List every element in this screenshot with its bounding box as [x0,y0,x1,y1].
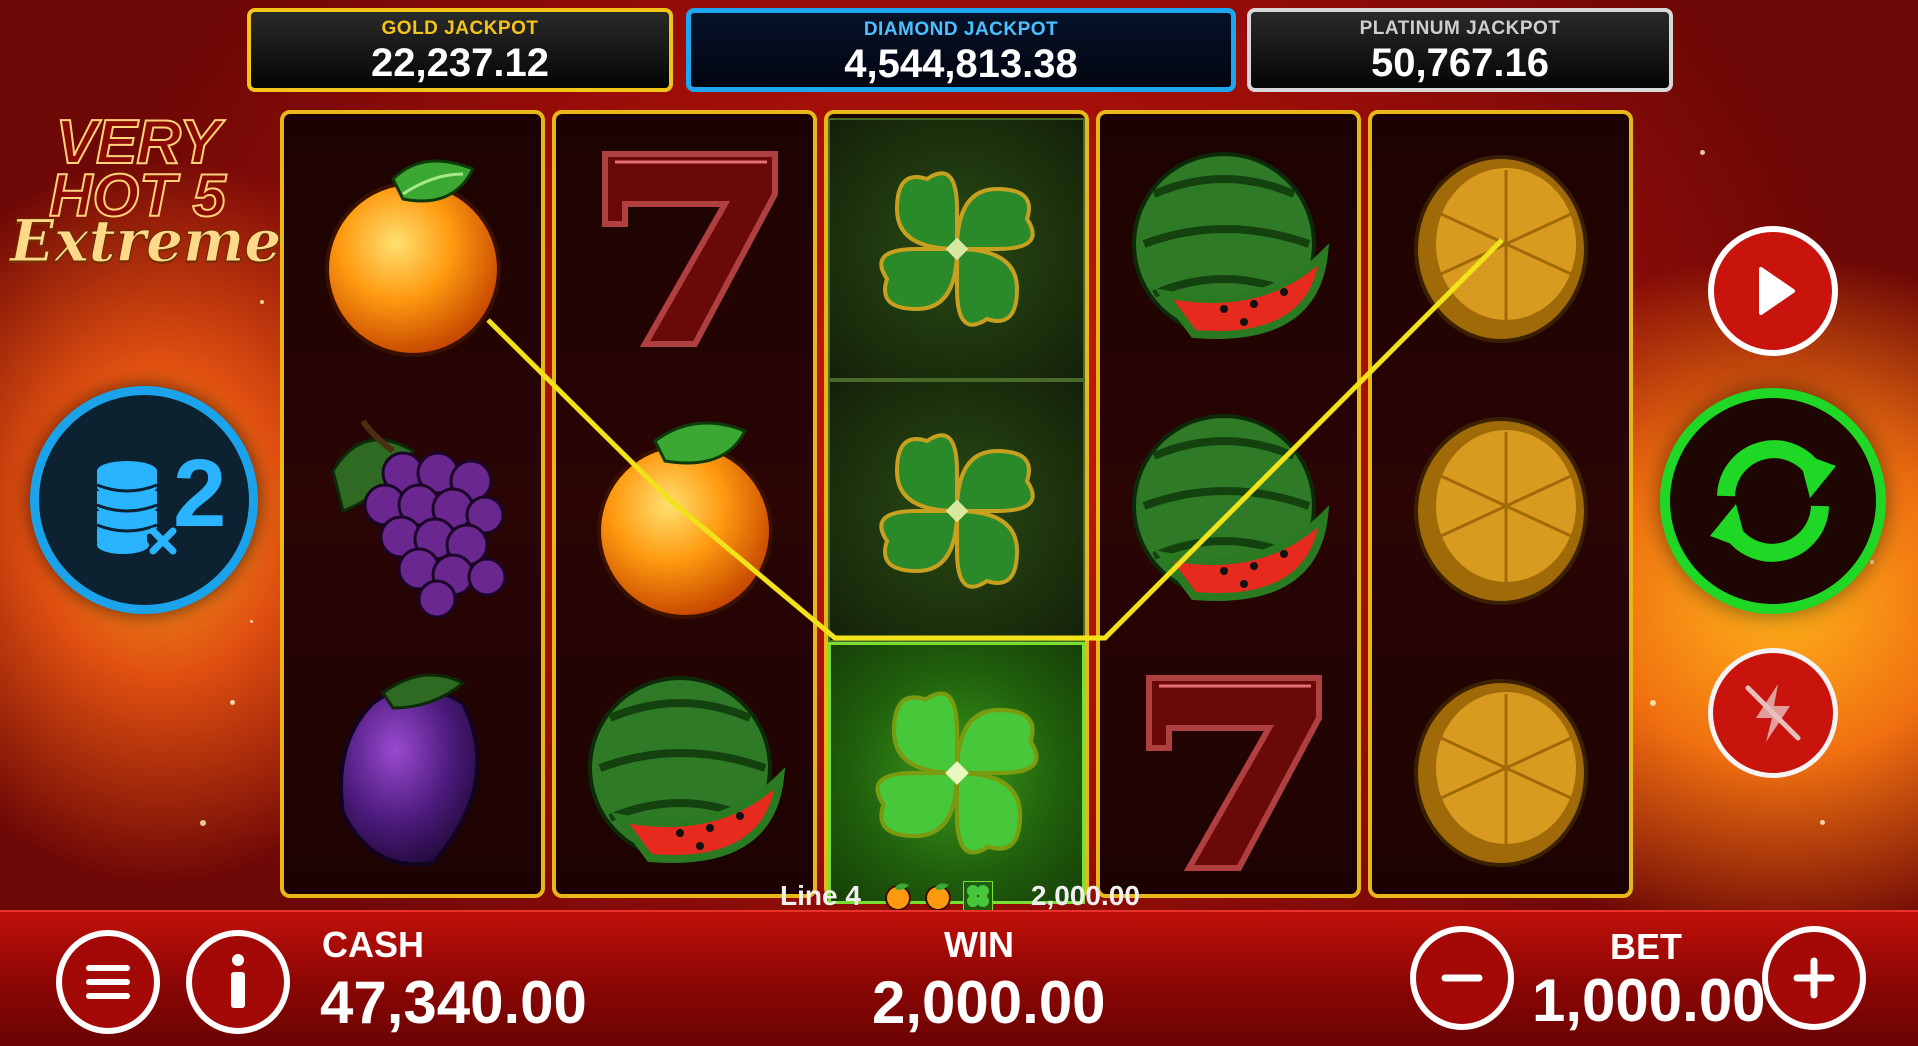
line-label: Line 4 [780,880,861,911]
orange-icon [884,883,911,911]
win-line [486,238,1504,641]
platinum-jackpot: PLATINUM JACKPOT 50,767.16 [1247,8,1673,92]
decrease-bet-button[interactable] [1410,926,1514,1030]
win-value: 2,000.00 [872,969,1106,1036]
play-icon [1759,267,1795,315]
turbo-button[interactable] [1708,648,1838,778]
diamond-jackpot-value: 4,544,813.38 [844,42,1078,86]
logo-line-3: Extreme [10,207,282,275]
diamond-jackpot-label: DIAMOND JACKPOT [863,19,1059,40]
game-logo: VERY HOT 5 Extreme [10,111,282,275]
cash-value: 47,340.00 [320,969,587,1036]
minus-icon [1441,974,1483,982]
info-icon [231,954,245,1008]
increase-bet-button[interactable] [1762,926,1866,1030]
cash-label: CASH [322,924,425,965]
platinum-jackpot-value: 50,767.16 [1371,41,1549,85]
bet-value: 1,000.00 [1532,967,1766,1034]
platinum-jackpot-label: PLATINUM JACKPOT [1359,18,1561,39]
coin-stack-icon [96,461,177,555]
line-win-amount: 2,000.00 [1030,880,1140,911]
bet-multiplier-button[interactable]: 2 [30,386,258,614]
win-label: WIN [944,924,1014,965]
autoplay-button[interactable] [1708,226,1838,356]
bet-label: BET [1610,926,1682,967]
menu-button[interactable] [56,930,160,1034]
reel-grid [280,110,1640,904]
spin-arrows-icon [1710,440,1836,562]
gold-jackpot-label: GOLD JACKPOT [381,18,539,39]
multiplier-value: 2 [173,440,227,547]
gold-jackpot: GOLD JACKPOT 22,237.12 [247,8,673,92]
diamond-jackpot: DIAMOND JACKPOT 4,544,813.38 [686,8,1236,92]
spin-button[interactable] [1660,388,1886,614]
clover-icon [962,881,993,911]
turbo-off-icon [1745,684,1801,742]
info-button[interactable] [186,930,290,1034]
plus-icon [1793,957,1835,999]
orange-icon [924,883,951,911]
menu-icon [86,965,130,999]
gold-jackpot-value: 22,237.12 [371,41,549,85]
